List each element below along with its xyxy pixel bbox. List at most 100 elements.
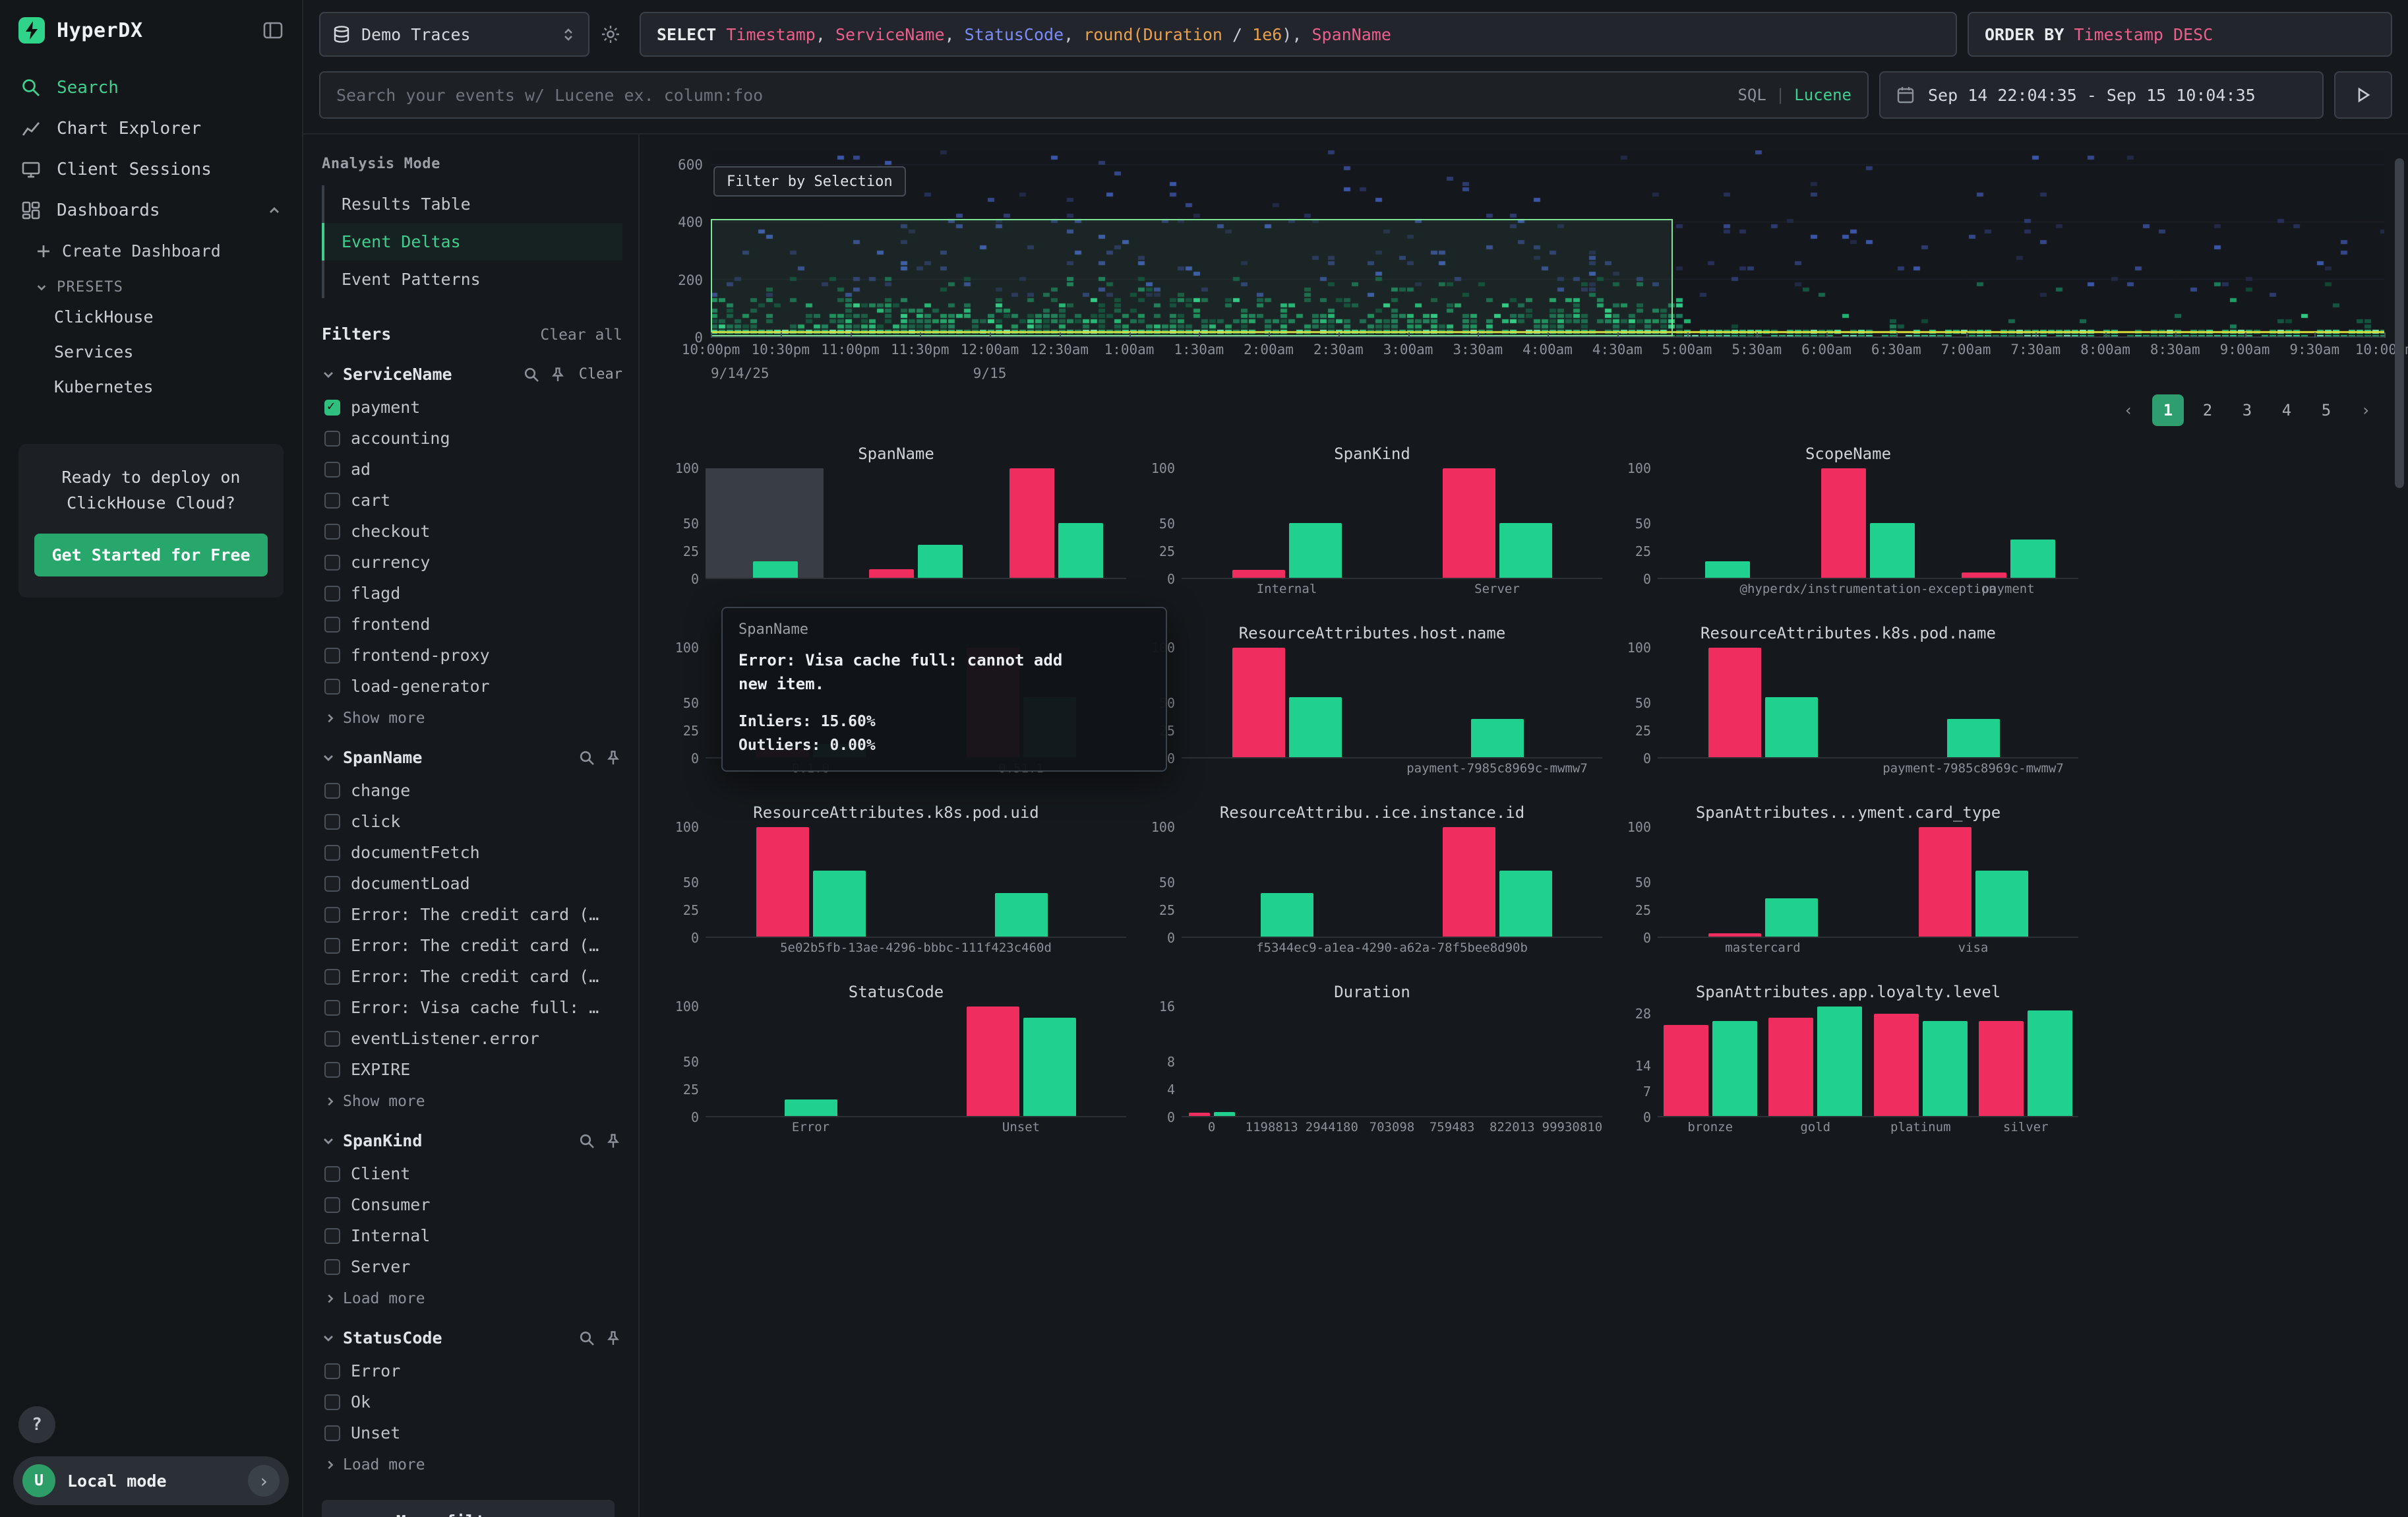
filter-checkbox-item[interactable]: Error: The credit card (… xyxy=(322,961,622,992)
pin-icon[interactable] xyxy=(549,365,567,384)
filter-checkbox-item[interactable]: EXPIRE xyxy=(322,1054,622,1085)
inlier-bar[interactable] xyxy=(1765,697,1818,757)
pagination-page-2[interactable]: 2 xyxy=(2192,394,2223,426)
filter-checkbox-item[interactable]: frontend-proxy xyxy=(322,640,622,671)
run-query-button[interactable] xyxy=(2334,71,2392,119)
delta-chart-scopename[interactable]: ScopeName10050250@hyperdx/instrumentatio… xyxy=(1618,445,2078,616)
delta-chart-spankind[interactable]: SpanKind10050250InternalServer xyxy=(1142,445,1602,616)
checkbox[interactable] xyxy=(324,907,340,923)
delta-chart-spanname[interactable]: SpanName10050250 xyxy=(666,445,1126,616)
date-range-picker[interactable]: Sep 14 22:04:35 - Sep 15 10:04:35 xyxy=(1879,71,2324,119)
inlier-bar[interactable] xyxy=(813,871,866,937)
show-more-link[interactable]: Load more xyxy=(324,1290,622,1307)
pagination-prev[interactable]: ‹ xyxy=(2113,394,2144,426)
checkbox[interactable] xyxy=(324,462,340,478)
inlier-bar[interactable] xyxy=(1289,523,1342,578)
pagination-next[interactable]: › xyxy=(2350,394,2382,426)
filter-group-header[interactable]: SpanName xyxy=(322,748,622,767)
sidebar-item-chart-explorer[interactable]: Chart Explorer xyxy=(0,108,302,149)
outlier-bar[interactable] xyxy=(967,1006,1019,1116)
inlier-bar[interactable] xyxy=(1817,1006,1862,1116)
outlier-bar[interactable] xyxy=(1232,570,1285,578)
filter-checkbox-item[interactable]: accounting xyxy=(322,423,622,454)
analysis-mode-results-table[interactable]: Results Table xyxy=(322,185,622,223)
pagination-page-4[interactable]: 4 xyxy=(2271,394,2303,426)
inlier-bar[interactable] xyxy=(2028,1010,2072,1116)
inlier-bar[interactable] xyxy=(1499,523,1552,578)
show-more-link[interactable]: Load more xyxy=(324,1456,622,1473)
outlier-bar[interactable] xyxy=(1009,468,1054,578)
pagination-page-3[interactable]: 3 xyxy=(2231,394,2263,426)
filter-checkbox-item[interactable]: cart xyxy=(322,485,622,516)
analysis-mode-event-patterns[interactable]: Event Patterns xyxy=(322,261,622,298)
checkbox[interactable] xyxy=(324,1425,340,1441)
order-by-control[interactable]: ORDER BY Timestamp DESC xyxy=(1968,12,2392,57)
checkbox[interactable] xyxy=(324,1166,340,1182)
inlier-bar[interactable] xyxy=(1499,871,1552,937)
gear-icon[interactable] xyxy=(600,24,629,45)
checkbox[interactable] xyxy=(324,814,340,830)
inlier-bar[interactable] xyxy=(1947,719,2000,757)
filter-group-header[interactable]: ServiceNameClear xyxy=(322,365,622,384)
inlier-bar[interactable] xyxy=(1870,523,1915,578)
outlier-bar[interactable] xyxy=(1919,827,1972,937)
checkbox[interactable] xyxy=(324,1228,340,1244)
inlier-bar[interactable] xyxy=(1765,898,1818,937)
filter-checkbox-item[interactable]: load-generator xyxy=(322,671,622,702)
outlier-bar[interactable] xyxy=(1664,1025,1708,1116)
checkbox[interactable] xyxy=(324,1031,340,1047)
checkbox[interactable] xyxy=(324,617,340,633)
sql-query-input[interactable]: SELECT Timestamp, ServiceName, StatusCod… xyxy=(640,12,1957,57)
outlier-bar[interactable] xyxy=(1189,1113,1210,1116)
sidebar-preset-kubernetes[interactable]: Kubernetes xyxy=(0,369,302,404)
sidebar-preset-services[interactable]: Services xyxy=(0,334,302,369)
search-icon[interactable] xyxy=(578,1329,596,1347)
checkbox[interactable] xyxy=(324,400,340,416)
inlier-bar[interactable] xyxy=(918,545,963,578)
outlier-bar[interactable] xyxy=(869,569,914,578)
outlier-bar[interactable] xyxy=(1874,1014,1919,1116)
checkbox[interactable] xyxy=(324,1062,340,1078)
inlier-bar[interactable] xyxy=(1705,561,1750,578)
checkbox[interactable] xyxy=(324,493,340,509)
sidebar-preset-clickhouse[interactable]: ClickHouse xyxy=(0,299,302,334)
filter-checkbox-item[interactable]: click xyxy=(322,806,622,837)
filter-checkbox-item[interactable]: Internal xyxy=(322,1220,622,1251)
filter-checkbox-item[interactable]: Error: The credit card (… xyxy=(322,930,622,961)
inlier-bar[interactable] xyxy=(995,893,1048,937)
create-dashboard-button[interactable]: Create Dashboard xyxy=(0,231,302,270)
checkbox[interactable] xyxy=(324,938,340,954)
filter-checkbox-item[interactable]: eventListener.error xyxy=(322,1023,622,1054)
pin-icon[interactable] xyxy=(604,1329,622,1347)
sql-toggle[interactable]: SQL xyxy=(1737,86,1766,104)
outlier-bar[interactable] xyxy=(1768,1018,1813,1116)
checkbox[interactable] xyxy=(324,1259,340,1275)
pagination-page-5[interactable]: 5 xyxy=(2310,394,2342,426)
delta-chart-pod-name[interactable]: ResourceAttributes.k8s.pod.name10050250p… xyxy=(1618,624,2078,795)
pin-icon[interactable] xyxy=(604,749,622,767)
inlier-bar[interactable] xyxy=(1214,1112,1235,1116)
filter-checkbox-item[interactable]: frontend xyxy=(322,609,622,640)
outlier-bar[interactable] xyxy=(1962,573,2006,578)
clear-filter-link[interactable]: Clear xyxy=(579,366,622,383)
search-icon[interactable] xyxy=(578,1132,596,1150)
sidebar-item-client-sessions[interactable]: Client Sessions xyxy=(0,149,302,190)
filter-checkbox-item[interactable]: Consumer xyxy=(322,1189,622,1220)
checkbox[interactable] xyxy=(324,1394,340,1410)
outlier-bar[interactable] xyxy=(1821,468,1866,578)
collapse-sidebar-icon[interactable] xyxy=(262,20,284,41)
filter-checkbox-item[interactable]: Unset xyxy=(322,1417,622,1448)
inlier-bar[interactable] xyxy=(753,561,798,578)
checkbox[interactable] xyxy=(324,969,340,985)
inlier-bar[interactable] xyxy=(1289,697,1342,757)
show-more-link[interactable]: Show more xyxy=(324,710,622,727)
filter-checkbox-item[interactable]: flagd xyxy=(322,578,622,609)
filter-group-header[interactable]: StatusCode xyxy=(322,1328,622,1347)
presets-toggle[interactable]: PRESETS xyxy=(0,270,302,299)
delta-chart-duration[interactable]: Duration16840011988132944180703098759483… xyxy=(1142,983,1602,1154)
filter-checkbox-item[interactable]: documentFetch xyxy=(322,837,622,868)
outlier-bar[interactable] xyxy=(1708,648,1761,757)
analysis-mode-event-deltas[interactable]: Event Deltas xyxy=(322,223,622,261)
checkbox[interactable] xyxy=(324,1363,340,1379)
checkbox[interactable] xyxy=(324,783,340,799)
